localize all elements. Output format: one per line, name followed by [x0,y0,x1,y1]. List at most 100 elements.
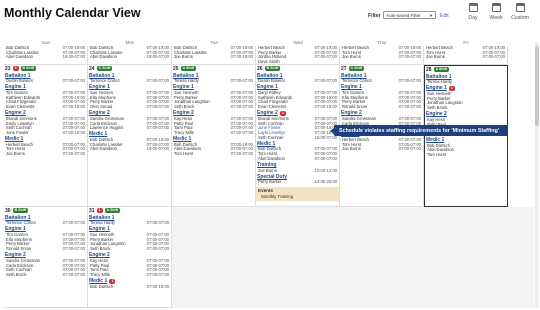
day-number[interactable]: 28 [426,67,432,73]
staff-row[interactable]: Tracy Mills 07:00-07:00 [172,130,255,136]
staff-row[interactable]: Dustin Bowers 07:00-07:00 [256,78,339,84]
staff-row[interactable]: Evan Clements 07:00-19:00 [256,104,339,110]
staff-row[interactable]: Seth Cochran 15:00-07:00 [256,135,339,141]
day-cell[interactable]: Bob Dartsch 07:00-19:00 Charlotte Lassiter… [4,46,88,65]
staff-row[interactable]: Seth Brock [425,105,507,111]
shift-badge[interactable]: C Shift [348,66,365,71]
staff-time: 19:00-07:00 [146,146,169,152]
staff-row[interactable]: Ronald Snow 07:00-07:00 [4,246,87,252]
staff-row[interactable]: Seth Brock 07:00-07:00 [172,104,255,110]
staff-name: Seth Brock [427,105,448,110]
day-cell[interactable]: 31 1 A Shift Battalion 1 Teresa Hardy 07:00-0… [88,207,172,308]
staff-time: 07:00-07:00 [230,78,253,84]
day-cell[interactable]: 25 A Shift Battalion 1 Teresa Hardy 07:00-07… [172,65,256,207]
staff-row[interactable]: Teresa Hardy [425,79,507,85]
day-cell[interactable]: 23 3 B Shift Battalion 1 Dustin Bowers 07:00-… [4,65,88,207]
day-cell[interactable]: Herbert Beach 07:00-19:00 Tom Hurst 07:00-0… [340,46,424,65]
day-number-row: 26 B Shift [256,65,339,72]
events-heading: Events [258,188,274,194]
staff-row[interactable]: Dustin Bowers 07:00-07:00 [4,78,87,84]
shift-badge[interactable]: B Shift [264,66,281,71]
day-cell[interactable]: 26 B Shift Battalion 1 Dustin Bowers 07:00-0… [256,65,340,207]
staff-row[interactable]: Terrence Cortez 07:00-07:00 [340,78,423,84]
staff-row[interactable]: Teresa Hardy 07:00-07:00 [172,78,255,84]
staff-row[interactable]: Seth Brock 07:00-07:00 [4,271,87,278]
staff-row[interactable]: Abel Davidson 19:00-07:00 [88,55,171,60]
day-cell[interactable]: Bob Dartsch 07:00-19:00 Charlotte Lassiter… [172,46,256,65]
day-number[interactable]: 31 [89,208,95,214]
staff-row[interactable]: Evan Clements 07:00-19:00 [4,104,87,110]
staff-name: Teresa Hardy [427,79,452,85]
shift-badge[interactable]: B Shift [20,66,37,71]
staff-time: 07:00-07:00 [146,271,169,277]
day-number[interactable]: 30 [5,208,11,214]
staff-row[interactable]: Terrence Cortez 07:00-07:00 [4,220,87,226]
staff-name: Seth Brock [6,271,27,277]
vertical-scrollbar[interactable] [535,42,539,308]
staff-row[interactable]: Joe Burns 10:00-12:00 [256,167,339,174]
day-number[interactable]: 26 [257,66,263,72]
staff-name: Joe Burns [258,167,277,173]
alert-count-badge[interactable]: 1 [96,208,103,213]
staff-row[interactable]: Teresa Hardy 07:00-07:00 [88,220,171,226]
view-week-button[interactable]: Week [486,3,506,21]
staff-row[interactable]: Joe Burns 07:00-07:00 [4,151,87,157]
staff-row[interactable]: Lawrence Higgins 07:00-07:00 [88,125,171,131]
staff-row[interactable]: Joe Burns 07:00-07:00 [340,55,423,60]
day-number[interactable]: 24 [89,66,95,72]
staff-row[interactable]: Seth Brock 07:00-07:00 [88,246,171,252]
alert-count-badge[interactable]: 3 [12,66,19,71]
staff-name: Abel Davidson [258,155,286,161]
event-item[interactable]: Monthly Training [258,194,337,199]
day-number[interactable]: 23 [5,66,11,72]
staff-time: 07:00-07:00 [62,220,85,226]
staff-row[interactable]: Glen Stroud 07:00-07:00 [88,104,171,110]
staff-name: Joe Burns [6,151,25,157]
staff-row[interactable]: Terrence Cortez 07:00-07:00 [88,78,171,84]
day-number-row: 25 A Shift [172,65,255,72]
day-number[interactable]: 25 [173,66,179,72]
staff-row[interactable]: Ronald Snow 07:00-07:00 [340,104,423,110]
view-week-label: Week [489,15,503,21]
staff-time: 07:00-19:00 [62,104,85,109]
view-custom-button[interactable]: Custom [510,3,530,21]
staff-name: Joe Burns [426,54,445,60]
scrollbar-thumb[interactable] [535,46,539,126]
day-cell[interactable]: Bob Dartsch 07:00-19:00 Charlotte Lassiter… [88,46,172,65]
staff-name: Terrence Cortez [6,220,36,226]
staff-row[interactable]: Abel Davidson 07:00-07:00 [256,155,339,162]
staff-row[interactable]: Joe Burns 07:00-07:00 [340,147,423,152]
day-cell[interactable]: 24 C Shift Battalion 1 Terrence Cortez 07:00… [88,65,172,207]
shift-badge[interactable]: A Shift [180,66,197,71]
day-cell[interactable]: 28 A Shift Battalion 1 Teresa Hardy Engine 1… [424,65,508,207]
staff-row[interactable]: Tom Hurst [425,152,507,158]
staff-name: Terrence Cortez [342,78,372,84]
staff-name: Terrence Cortez [90,78,120,84]
staff-time: 19:00-07:00 [62,54,85,60]
day-cell[interactable]: 30 B Shift Battalion 1 Terrence Cortez 07:00… [4,207,88,308]
staff-row[interactable]: Joe Burns 07:00-19:00 [172,55,255,60]
shift-badge[interactable]: B Shift [12,208,29,213]
shift-badge[interactable]: C Shift [96,66,113,71]
staff-row[interactable]: Tracy Mills 07:00-07:00 [88,271,171,278]
day-cell[interactable]: 27 C Shift Battalion 1 Terrence Cortez 07:00… [340,65,424,207]
staff-row[interactable]: Abel Davidson 19:00-07:00 [88,147,171,152]
staff-row[interactable]: Joe Burns 07:00-07:00 [424,55,507,60]
staff-name: Ronald Snow [6,246,31,251]
shift-badge[interactable]: A Shift [433,67,450,72]
calendar-icon [515,3,525,12]
filter-label: Filter [368,13,381,19]
staff-row[interactable]: June Fowler 07:00-19:00 [4,130,87,136]
day-number[interactable]: 27 [341,66,347,72]
staff-row[interactable]: Abel Davidson 19:00-07:00 [4,55,87,60]
shift-badge[interactable]: A Shift [104,208,121,213]
staff-row[interactable]: Bob Dartsch 07:00-19:00 [88,284,171,290]
staff-row[interactable]: Perry Barker 14:00-20:00 [256,180,339,185]
view-day-button[interactable]: Day [463,3,483,21]
staff-time: 07:00-07:00 [146,246,169,251]
staff-row[interactable]: Tom Hurst 07:00-07:00 [172,151,255,157]
day-cell[interactable]: Herbert Beach 07:00-19:00 Tom Hurst 07:00-0… [424,46,508,65]
edit-filter-link[interactable]: Edit [440,13,449,19]
filter-select[interactable]: Auto-saved Filter ▼ [383,11,436,19]
day-cell[interactable]: Herbert Beach 07:00-19:00 Perry Barker 07:0… [256,46,340,65]
